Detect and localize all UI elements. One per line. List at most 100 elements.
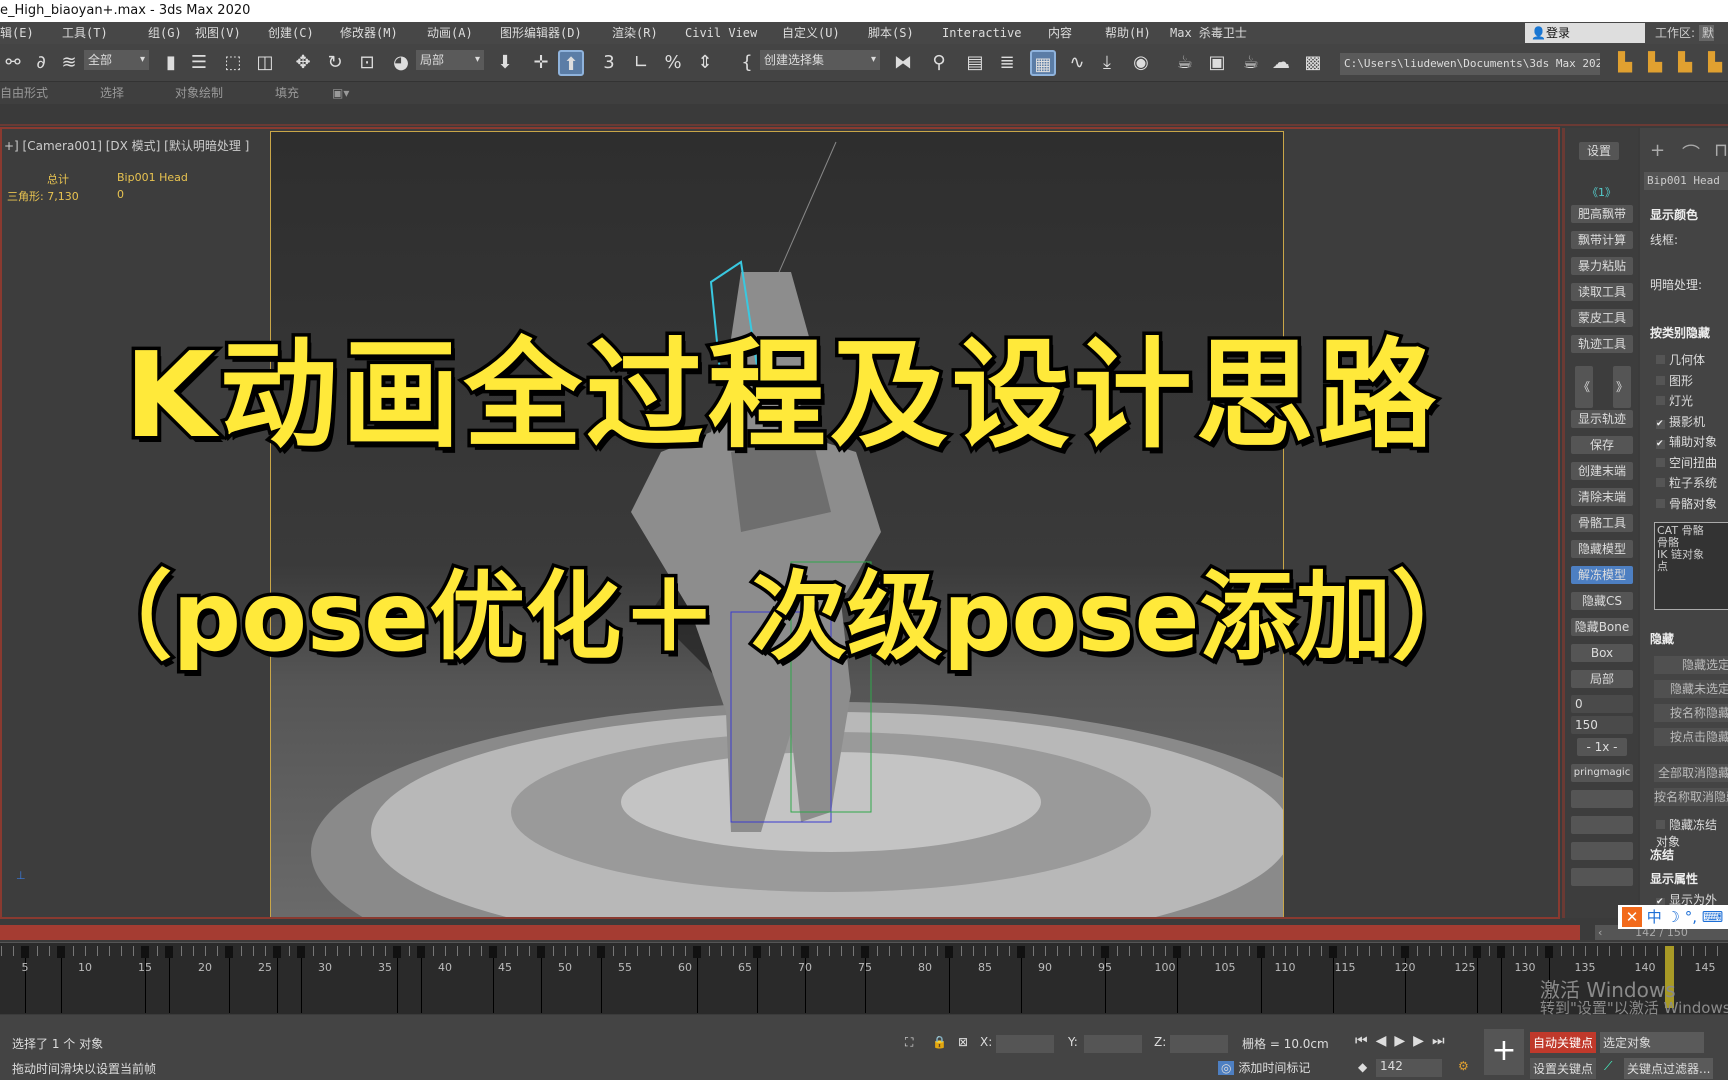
keyframe-marker[interactable]	[861, 946, 869, 958]
menu-item[interactable]: 辑(E)	[0, 22, 34, 44]
manipulate-icon[interactable]: ✛	[528, 50, 554, 76]
category-checkbox[interactable]: 粒子系统	[1656, 474, 1717, 491]
bind-space-warp-icon[interactable]: ≋	[56, 50, 82, 76]
mirror-icon[interactable]: ⧓	[890, 50, 916, 76]
keyframe-marker[interactable]	[297, 946, 305, 958]
prev-frame-icon[interactable]: ◀	[1376, 1033, 1395, 1049]
script-button[interactable]: 保存	[1571, 436, 1633, 454]
select-by-name-icon[interactable]: ☰	[186, 50, 212, 76]
checkbox-icon[interactable]	[1656, 478, 1665, 487]
track-bar[interactable]: 5 10 15 20 25 30 35 40 45 50 55 60 65 70 75 80 85 90 95 100…	[0, 942, 1728, 1014]
key-selection-dropdown[interactable]: 选定对象	[1600, 1032, 1704, 1053]
category-checkbox[interactable]: 图形	[1656, 372, 1693, 389]
render-icon[interactable]: ☕	[1238, 50, 1264, 76]
rendered-frame-icon[interactable]: ▣	[1204, 50, 1230, 76]
key-filters-button[interactable]: 关键点过滤器...	[1624, 1058, 1714, 1079]
springmagic-button[interactable]: pringmagic	[1571, 764, 1633, 782]
hide-button[interactable]: 按点击隐藏	[1654, 728, 1728, 746]
keyframe-marker[interactable]	[1173, 946, 1181, 958]
menu-item[interactable]: 渲染(R)	[612, 22, 658, 44]
login-dropdown[interactable]: 👤登录	[1525, 23, 1645, 43]
hide-button[interactable]: 按名称取消隐藏	[1654, 788, 1728, 806]
ribbon-options-icon[interactable]: ▣▾	[332, 82, 349, 104]
script-button[interactable]: 隐藏模型	[1571, 540, 1633, 558]
keyframe-marker[interactable]	[1545, 946, 1553, 958]
key-tangent-icon[interactable]: ⟋	[1604, 1059, 1612, 1074]
viewport-label[interactable]: +] [Camera001] [DX 模式] [默认明暗处理 ]	[4, 137, 249, 154]
open-folder-icon[interactable]: ▙	[1642, 50, 1668, 76]
checkbox-icon[interactable]: ✔	[1656, 419, 1665, 429]
keyframe-marker[interactable]	[165, 946, 173, 958]
empty-script-button[interactable]	[1571, 790, 1633, 808]
prev-page-button[interactable]: 《	[1575, 366, 1593, 408]
checkbox-icon[interactable]	[1656, 457, 1665, 467]
time-slider-track[interactable]	[0, 925, 1580, 940]
script-button[interactable]: 显示轨迹	[1571, 410, 1633, 428]
coord-system-dropdown[interactable]: 局部	[416, 50, 484, 70]
keyframe-marker[interactable]	[1257, 946, 1265, 958]
set-key-button[interactable]: +	[1484, 1029, 1524, 1075]
menu-item[interactable]: 自定义(U)	[782, 22, 840, 44]
script-button[interactable]: 读取工具	[1571, 283, 1633, 301]
time-config-icon[interactable]: ⚙	[1458, 1059, 1469, 1073]
named-sets-icon[interactable]: {	[734, 50, 760, 76]
current-frame-field[interactable]: 142	[1376, 1059, 1442, 1077]
go-to-end-icon[interactable]: ⏭	[1432, 1033, 1453, 1049]
toggle-ribbon-icon[interactable]: ▦	[1030, 50, 1056, 76]
menu-item[interactable]: 动画(A)	[427, 22, 473, 44]
keyframe-marker[interactable]	[1017, 946, 1025, 958]
script-button[interactable]: 肥高飘带	[1571, 205, 1633, 223]
category-filter-list[interactable]: CAT 骨骼 骨骼 IK 链对象点	[1654, 522, 1728, 610]
keyframe-marker[interactable]	[273, 946, 281, 958]
keyboard-shortcut-icon[interactable]: ⬆	[558, 50, 584, 76]
move-icon[interactable]: ✥	[290, 50, 316, 76]
next-page-button[interactable]: 》	[1613, 366, 1631, 408]
pivot-icon[interactable]: ⬇	[492, 50, 518, 76]
keyframe-marker[interactable]	[597, 946, 605, 958]
keyframe-marker[interactable]	[225, 946, 233, 958]
z-coordinate-field[interactable]	[1170, 1035, 1228, 1053]
script-button[interactable]: 蒙皮工具	[1571, 309, 1633, 327]
keyframe-marker[interactable]	[1329, 946, 1337, 958]
display-properties-rollout[interactable]: 显示属性	[1650, 870, 1698, 887]
scale-icon[interactable]: ⊡	[354, 50, 380, 76]
script-button[interactable]: 局部	[1571, 670, 1633, 688]
layout-icon[interactable]: ▙	[1702, 50, 1728, 76]
menu-item[interactable]: Max 杀毒卫士	[1170, 22, 1247, 44]
keyframe-marker[interactable]	[57, 946, 65, 958]
keyframe-marker[interactable]	[801, 946, 809, 958]
unlink-icon[interactable]: ∂	[28, 50, 54, 76]
category-checkbox[interactable]: 空间扭曲	[1656, 454, 1717, 471]
keyframe-marker[interactable]	[693, 946, 701, 958]
menu-item[interactable]: 组(G)	[148, 22, 182, 44]
menu-item[interactable]: 修改器(M)	[340, 22, 398, 44]
ribbon-tab[interactable]: 自由形式	[0, 82, 48, 104]
selection-filter-dropdown[interactable]: 全部	[84, 50, 149, 70]
modify-tab-icon[interactable]: ⌒	[1682, 140, 1700, 166]
category-checkbox[interactable]: 灯光	[1656, 392, 1693, 409]
hide-rollout[interactable]: 隐藏	[1650, 630, 1674, 647]
keyframe-marker[interactable]	[1401, 946, 1409, 958]
hide-frozen-checkbox[interactable]: 隐藏冻结对象	[1656, 816, 1728, 850]
checkbox-icon[interactable]	[1656, 355, 1665, 364]
place-icon[interactable]: ◕	[388, 50, 414, 76]
speed-button[interactable]: - 1x -	[1577, 738, 1627, 756]
spinner-snap-icon[interactable]: ⇕	[692, 50, 718, 76]
category-checkbox[interactable]: 几何体	[1656, 351, 1705, 368]
menu-item[interactable]: Civil View	[685, 22, 757, 44]
rotate-icon[interactable]: ↻	[322, 50, 348, 76]
play-icon[interactable]: ▶	[1394, 1033, 1413, 1049]
isolate-icon[interactable]: ⛶	[905, 1035, 913, 1050]
keyframe-marker[interactable]	[1497, 946, 1505, 958]
ribbon-tab[interactable]: 对象绘制	[175, 82, 223, 104]
menu-item[interactable]: 内容	[1048, 22, 1072, 44]
hierarchy-icon[interactable]: ▙	[1672, 50, 1698, 76]
script-button[interactable]: 创建末端	[1571, 462, 1633, 480]
material-editor-icon[interactable]: ◉	[1128, 50, 1154, 76]
dope-sheet-icon[interactable]: ⤓	[1094, 50, 1120, 76]
category-checkbox[interactable]: ✔ 辅助对象	[1656, 433, 1717, 450]
scene-explorer-icon[interactable]: ▤	[962, 50, 988, 76]
ribbon-tab[interactable]: 填充	[275, 82, 299, 104]
keyframe-marker[interactable]	[1473, 946, 1481, 958]
script-button[interactable]: 骨骼工具	[1571, 514, 1633, 532]
